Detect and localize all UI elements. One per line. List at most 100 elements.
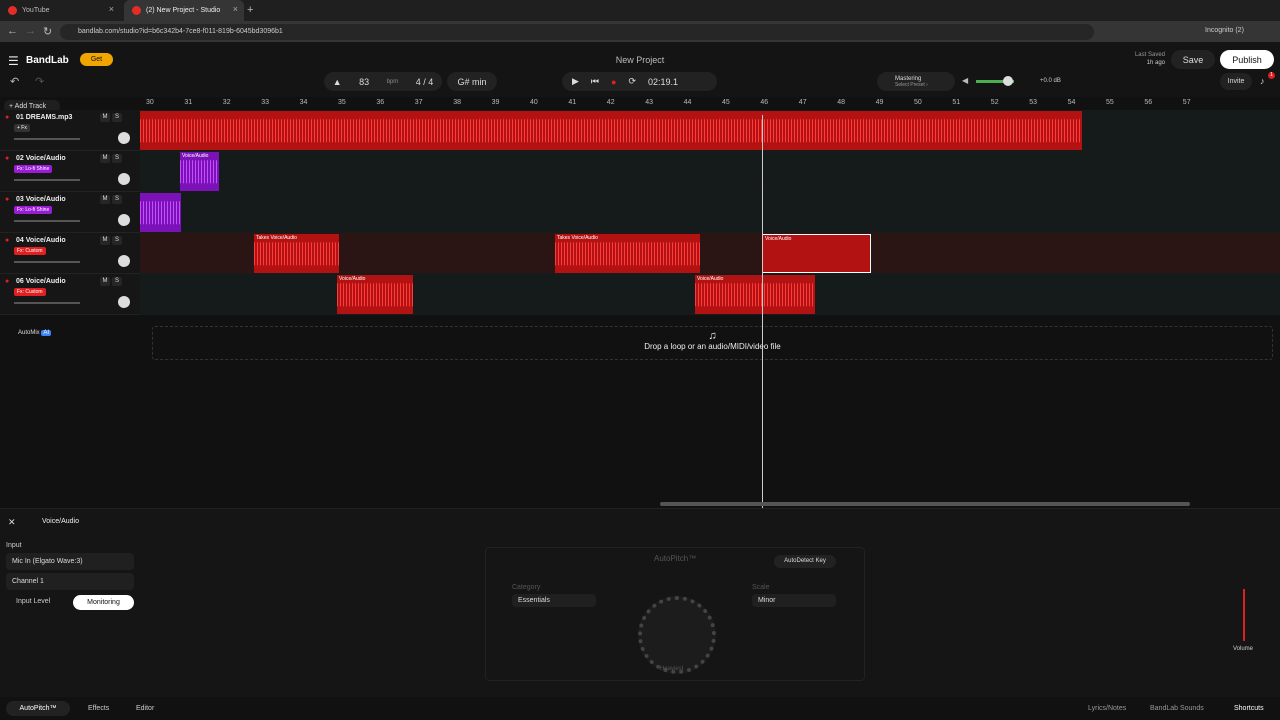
track-name[interactable]: 01 DREAMS.mp3 <box>16 114 72 121</box>
channel-select[interactable]: Channel 1 <box>6 573 134 590</box>
category-select[interactable]: Essentials <box>512 594 596 607</box>
audio-region[interactable]: Takes Voice/Audio <box>555 234 700 273</box>
loop-icon[interactable]: ⟳ <box>628 76 636 87</box>
timeline-ruler[interactable]: 30 31 32 33 34 35 36 37 38 39 40 41 42 43 44 45 46 47 48 49… <box>140 97 1280 110</box>
track-name[interactable]: 06 Voice/Audio <box>16 278 66 285</box>
track-header[interactable]: ● 06 Voice/Audio M S Fx: Custom <box>0 274 140 315</box>
track-name[interactable]: 03 Voice/Audio <box>16 196 66 203</box>
key-button[interactable]: G# min <box>447 72 497 91</box>
pan-knob[interactable] <box>118 173 130 185</box>
close-icon[interactable]: × <box>109 4 114 14</box>
bpm-value[interactable]: 83 <box>359 77 369 87</box>
pan-knob[interactable] <box>118 132 130 144</box>
audio-region[interactable]: Voice/Audio <box>180 152 219 191</box>
track-lane-1[interactable] <box>140 110 1280 151</box>
input-device-select[interactable]: Mic In (Elgato Wave:3) <box>6 553 134 570</box>
master-volume-thumb[interactable] <box>1003 76 1013 86</box>
redo-icon[interactable]: ↷ <box>35 75 44 88</box>
play-icon[interactable]: ▶ <box>572 76 579 87</box>
track-name[interactable]: 02 Voice/Audio <box>16 155 66 162</box>
browser-tab-youtube[interactable]: YouTube × <box>0 0 120 21</box>
bandlab-sounds-button[interactable]: BandLab Sounds <box>1150 705 1204 712</box>
close-icon[interactable]: × <box>233 4 238 14</box>
mute-button[interactable]: M <box>100 277 110 286</box>
track-name[interactable]: 04 Voice/Audio <box>16 237 66 244</box>
track-volume-slider[interactable] <box>14 302 80 304</box>
lyrics-notes-button[interactable]: Lyrics/Notes <box>1088 705 1126 712</box>
pan-knob[interactable] <box>118 214 130 226</box>
track-header[interactable]: ● 03 Voice/Audio M S Fx: Lo-fi Shine <box>0 192 140 233</box>
track-lane-2[interactable]: Voice/Audio <box>140 151 1280 192</box>
track-header[interactable]: ● 02 Voice/Audio M S Fx: Lo-fi Shine <box>0 151 140 192</box>
fx-tag[interactable]: Fx: Lo-fi Shine <box>14 206 53 214</box>
track-header[interactable]: ● 04 Voice/Audio M S Fx: Custom <box>0 233 140 274</box>
horizontal-scrollbar[interactable] <box>660 502 1190 506</box>
track-lane-5[interactable]: Voice/Audio Voice/Audio <box>140 274 1280 315</box>
tab-editor[interactable]: Editor <box>136 705 154 712</box>
playhead[interactable] <box>762 115 763 508</box>
track-lane-4[interactable]: Takes Voice/Audio Takes Voice/Audio Voic… <box>140 233 1280 274</box>
volume-fader[interactable] <box>1243 589 1245 641</box>
fx-tag[interactable]: Fx: Custom <box>14 288 46 296</box>
metronome-icon[interactable]: ▲ <box>333 77 342 87</box>
track-lane-3[interactable] <box>140 192 1280 233</box>
track-volume-slider[interactable] <box>14 261 80 263</box>
fx-tag[interactable]: Fx: Lo-fi Shine <box>14 165 53 173</box>
browser-tab-studio[interactable]: (2) New Project - Studio × <box>124 0 244 21</box>
audio-region[interactable] <box>140 111 1082 150</box>
autodetect-key-button[interactable]: AutoDetect Key <box>774 555 836 568</box>
shortcuts-button[interactable]: Shortcuts <box>1234 705 1264 712</box>
track-header[interactable]: ● 01 DREAMS.mp3 M S + Fx <box>0 110 140 151</box>
back-icon[interactable]: ← <box>7 25 18 37</box>
menu-icon[interactable]: ☰ <box>8 54 19 68</box>
publish-button[interactable]: Publish <box>1220 50 1274 69</box>
audio-region[interactable]: Voice/Audio <box>695 275 815 314</box>
get-premium-button[interactable]: Get <box>80 53 113 66</box>
audio-region[interactable] <box>140 193 181 232</box>
audio-region[interactable]: Voice/Audio <box>337 275 413 314</box>
skip-back-icon[interactable]: ⏮ <box>591 76 599 87</box>
solo-button[interactable]: S <box>112 195 122 204</box>
track-volume-slider[interactable] <box>14 179 80 181</box>
record-icon[interactable]: ● <box>611 77 616 87</box>
bandlab-favicon-icon <box>132 6 141 15</box>
automix-row[interactable]: AutoMix AI <box>0 326 140 342</box>
tab-autopitch[interactable]: AutoPitch™ <box>6 701 70 716</box>
bandlab-logo[interactable]: BandLab <box>26 55 69 66</box>
invite-button[interactable]: Invite <box>1220 73 1252 90</box>
incognito-label[interactable]: Incognito (2) <box>1205 27 1244 34</box>
bell-icon[interactable]: ♪ <box>1260 76 1265 86</box>
fx-tag[interactable]: + Fx <box>14 124 30 132</box>
track-volume-slider[interactable] <box>14 220 80 222</box>
scale-select[interactable]: Minor <box>752 594 836 607</box>
undo-icon[interactable]: ↶ <box>10 75 19 88</box>
mastering-button[interactable]: Mastering Select Preset › <box>877 72 955 91</box>
mute-button[interactable]: M <box>100 154 110 163</box>
pan-knob[interactable] <box>118 296 130 308</box>
time-signature[interactable]: 4 / 4 <box>416 77 434 87</box>
pan-knob[interactable] <box>118 255 130 267</box>
reload-icon[interactable]: ↻ <box>43 25 52 38</box>
mute-button[interactable]: M <box>100 195 110 204</box>
save-button[interactable]: Save <box>1171 50 1215 69</box>
project-title[interactable]: New Project <box>600 55 680 65</box>
selected-audio-region[interactable]: Voice/Audio <box>762 234 871 273</box>
mute-button[interactable]: M <box>100 113 110 122</box>
monitoring-button[interactable]: Monitoring <box>73 595 134 610</box>
solo-button[interactable]: S <box>112 113 122 122</box>
speaker-icon[interactable]: ◀ <box>962 76 968 85</box>
fx-tag[interactable]: Fx: Custom <box>14 247 46 255</box>
close-icon[interactable]: ✕ <box>8 517 16 528</box>
mute-button[interactable]: M <box>100 236 110 245</box>
new-tab-icon[interactable]: + <box>247 4 253 16</box>
audio-region[interactable]: Takes Voice/Audio <box>254 234 339 273</box>
solo-button[interactable]: S <box>112 236 122 245</box>
solo-button[interactable]: S <box>112 277 122 286</box>
solo-button[interactable]: S <box>112 154 122 163</box>
tab-effects[interactable]: Effects <box>88 705 109 712</box>
forward-icon[interactable]: → <box>25 25 36 37</box>
url-input[interactable]: bandlab.com/studio?id=b6c342b4-7ce8-f011… <box>60 24 1094 40</box>
drop-zone[interactable]: ♫ Drop a loop or an audio/MIDI/video fil… <box>152 326 1273 360</box>
track-volume-slider[interactable] <box>14 138 80 140</box>
heaviness-knob[interactable] <box>638 596 716 674</box>
